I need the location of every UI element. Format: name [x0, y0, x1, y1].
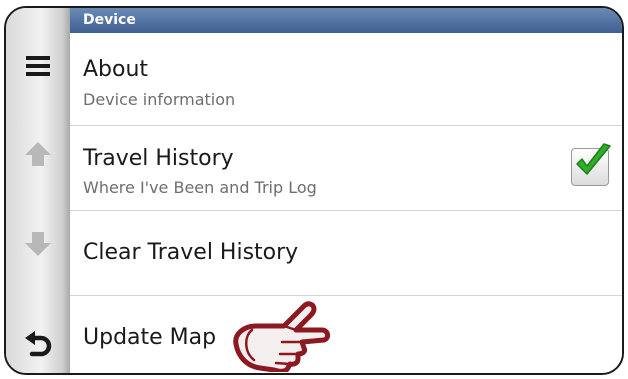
menu-item-title: About [83, 57, 149, 82]
back-icon [25, 331, 52, 357]
menu-item-clear-travel-history[interactable]: Clear Travel History [70, 211, 622, 296]
arrow-down-icon [25, 232, 51, 256]
scroll-up-button[interactable] [6, 124, 70, 184]
menu-button[interactable] [6, 36, 70, 96]
menu-item-update-map[interactable]: Update Map [70, 296, 622, 373]
menu-icon [26, 56, 50, 76]
menu-item-title: Clear Travel History [83, 240, 299, 265]
arrow-up-icon [25, 142, 51, 166]
checkmark-icon [576, 143, 611, 175]
back-button[interactable] [6, 314, 70, 373]
menu-item-title: Update Map [83, 325, 217, 350]
sidebar-rail [6, 8, 71, 373]
menu-item-title: Travel History [83, 146, 234, 171]
menu-item-travel-history[interactable]: Travel History Where I've Been and Trip … [70, 126, 622, 211]
pointing-hand-icon [233, 301, 331, 372]
page-title: Device [70, 8, 622, 33]
menu-panel: Device About Device information Travel H… [70, 8, 622, 373]
menu-item-subtitle: Device information [83, 90, 236, 109]
device-screen: Device About Device information Travel H… [4, 6, 624, 375]
menu-item-about[interactable]: About Device information [70, 33, 622, 126]
menu-item-subtitle: Where I've Been and Trip Log [83, 178, 317, 197]
travel-history-checkbox[interactable] [571, 143, 611, 186]
scroll-down-button[interactable] [6, 214, 70, 274]
